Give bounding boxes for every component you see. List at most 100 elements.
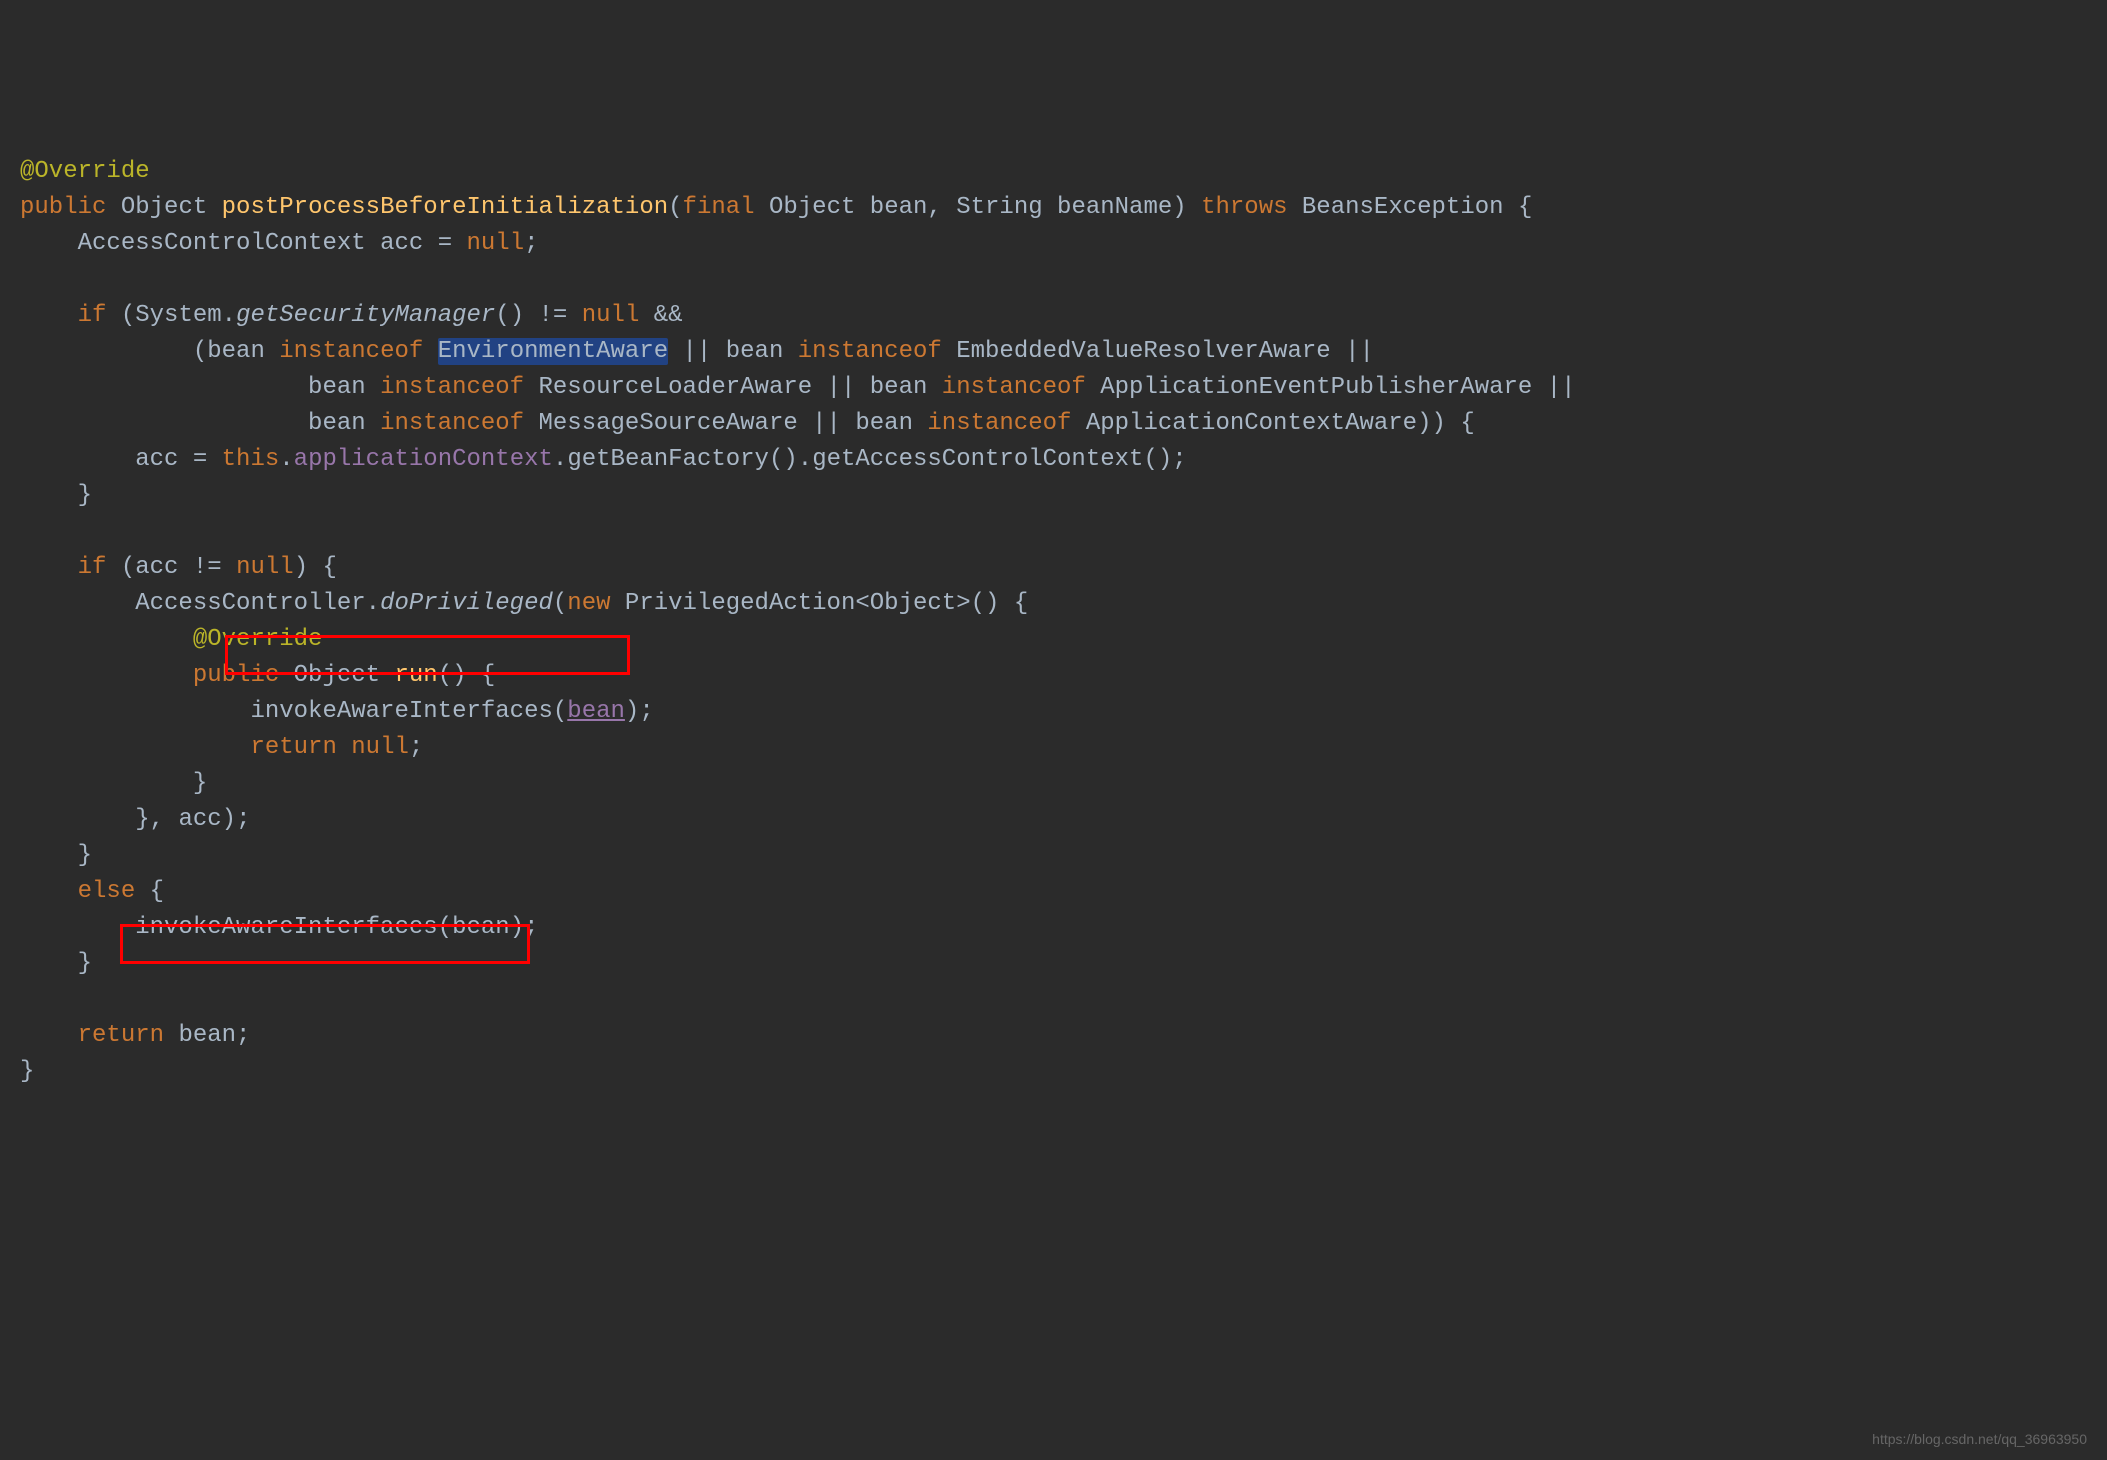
paren: ): [222, 806, 236, 833]
method-call: getAccessControlContext: [812, 446, 1143, 473]
indent: [20, 734, 250, 761]
gt: >: [956, 590, 970, 617]
watermark: https://blog.csdn.net/qq_36963950: [1872, 1429, 2087, 1450]
parens: )): [1417, 410, 1446, 437]
keyword-instanceof: instanceof: [279, 338, 423, 365]
paren: ): [625, 698, 639, 725]
parens: (): [971, 590, 1000, 617]
selected-type: EnvironmentAware: [438, 338, 668, 365]
indent: [20, 590, 135, 617]
field: applicationContext: [294, 446, 553, 473]
type-string: String: [956, 194, 1042, 221]
static-method: doPrivileged: [380, 590, 553, 617]
indent: [20, 302, 78, 329]
keyword-new: new: [567, 590, 610, 617]
dot: .: [553, 446, 567, 473]
method-name: run: [394, 662, 437, 689]
keyword-instanceof: instanceof: [380, 410, 524, 437]
indent: [20, 770, 193, 797]
indent: [20, 446, 135, 473]
operator: ||: [827, 374, 856, 401]
brace: {: [150, 878, 164, 905]
indent: [20, 950, 78, 977]
variable: bean: [308, 374, 366, 401]
operator: ||: [1547, 374, 1576, 401]
closure-param: bean: [567, 698, 625, 725]
paren: (: [121, 302, 135, 329]
variable: bean: [726, 338, 784, 365]
param: bean: [452, 914, 510, 941]
indent: [20, 662, 193, 689]
operator: &&: [654, 302, 683, 329]
keyword-if: if: [78, 554, 107, 581]
brace: }: [78, 950, 92, 977]
lt: <: [855, 590, 869, 617]
indent: [20, 482, 78, 509]
semi: ;: [1172, 446, 1186, 473]
annotation: @Override: [193, 626, 323, 653]
paren: (: [121, 554, 135, 581]
paren: ): [1172, 194, 1186, 221]
parens: (): [1143, 446, 1172, 473]
paren: ): [294, 554, 308, 581]
brace: {: [1014, 590, 1028, 617]
operator: !=: [539, 302, 568, 329]
exception-type: BeansException: [1302, 194, 1504, 221]
keyword-instanceof: instanceof: [798, 338, 942, 365]
variable: acc: [135, 446, 178, 473]
parens: (): [769, 446, 798, 473]
brace: }: [135, 806, 149, 833]
keyword-final: final: [683, 194, 755, 221]
keyword-public: public: [20, 194, 106, 221]
paren: (: [553, 590, 567, 617]
dot: .: [279, 446, 293, 473]
keyword-throws: throws: [1201, 194, 1287, 221]
dot: .: [798, 446, 812, 473]
variable: acc: [178, 806, 221, 833]
method-call: invokeAwareInterfaces: [250, 698, 552, 725]
keyword-instanceof: instanceof: [927, 410, 1071, 437]
operator: !=: [193, 554, 222, 581]
type: MessageSourceAware: [539, 410, 798, 437]
class-ref: AccessController: [135, 590, 365, 617]
keyword-this: this: [222, 446, 280, 473]
variable: bean: [308, 410, 366, 437]
type-object: Object: [121, 194, 207, 221]
variable: bean: [870, 374, 928, 401]
indent: [20, 554, 78, 581]
semi: ;: [524, 914, 538, 941]
variable: bean: [207, 338, 265, 365]
brace: }: [78, 842, 92, 869]
dot: .: [366, 590, 380, 617]
variable: bean: [178, 1022, 236, 1049]
keyword-return: return: [78, 1022, 164, 1049]
operator: ||: [812, 410, 841, 437]
operator: ||: [683, 338, 712, 365]
method-name: postProcessBeforeInitialization: [222, 194, 668, 221]
brace: {: [481, 662, 495, 689]
keyword-null: null: [467, 230, 525, 257]
indent: [20, 698, 250, 725]
indent: [20, 230, 78, 257]
indent: [20, 374, 308, 401]
paren: (: [193, 338, 207, 365]
keyword-null: null: [236, 554, 294, 581]
dot: .: [222, 302, 236, 329]
type: ApplicationEventPublisherAware: [1100, 374, 1532, 401]
type: ResourceLoaderAware: [539, 374, 813, 401]
operator: ||: [1345, 338, 1374, 365]
variable: acc: [380, 230, 423, 257]
parens: (): [438, 662, 467, 689]
semi: ;: [236, 1022, 250, 1049]
type: AccessControlContext: [78, 230, 366, 257]
indent: [20, 842, 78, 869]
semi: ;: [409, 734, 423, 761]
annotation: @Override: [20, 158, 150, 185]
paren: (: [553, 698, 567, 725]
code-editor[interactable]: @Override public Object postProcessBefor…: [20, 154, 2087, 1090]
variable: bean: [855, 410, 913, 437]
indent: [20, 338, 193, 365]
type: PrivilegedAction: [625, 590, 855, 617]
indent: [20, 626, 193, 653]
method-call: invokeAwareInterfaces: [135, 914, 437, 941]
